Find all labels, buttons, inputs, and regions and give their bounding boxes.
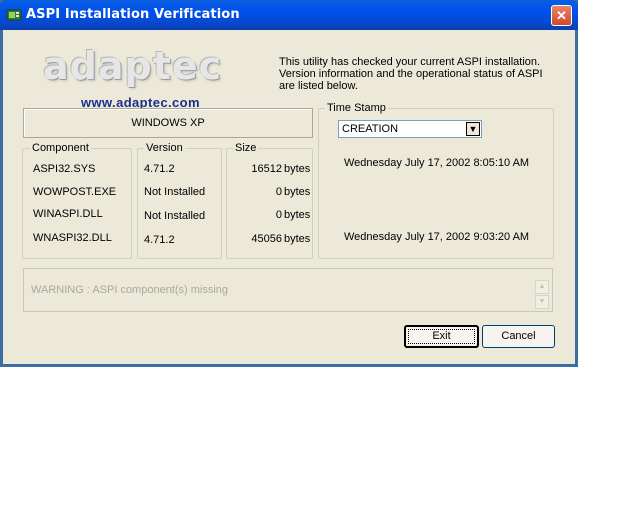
scroll-up-icon[interactable]: ▲	[535, 280, 549, 294]
version-group: Version 4.71.2 Not Installed Not Install…	[137, 141, 222, 259]
timestamp-value: Wednesday July 17, 2002 9:03:20 AM	[344, 231, 530, 243]
timestamp-type-select[interactable]: CREATION ▼	[338, 120, 482, 138]
size-value: 16512	[251, 163, 282, 175]
chevron-down-icon[interactable]: ▼	[466, 122, 480, 136]
app-icon	[6, 9, 22, 21]
app-window: ASPI Installation Verification ✕ adaptec…	[0, 0, 578, 367]
os-name-box: WINDOWS XP	[23, 108, 313, 138]
os-name: WINDOWS XP	[131, 117, 205, 129]
adaptec-logo: adaptec www.adaptec.com	[43, 44, 249, 114]
size-group-label: Size	[233, 141, 259, 155]
component-name: ASPI32.SYS	[33, 163, 96, 175]
exit-button[interactable]: Exit	[404, 325, 479, 348]
component-name: WNASPI32.DLL	[33, 232, 112, 244]
close-icon[interactable]: ✕	[551, 5, 572, 26]
size-unit: bytes	[284, 163, 311, 175]
size-unit: bytes	[284, 186, 311, 198]
timestamp-type-value: CREATION	[342, 123, 399, 135]
size-group: Size 16512 bytes 0 bytes 0 bytes 45056 b…	[226, 141, 313, 259]
component-group-label: Component	[30, 141, 91, 155]
logo-wordmark: adaptec	[43, 44, 223, 88]
scroll-down-icon[interactable]: ▼	[535, 295, 549, 309]
version-value: Not Installed	[144, 210, 206, 222]
version-value: Not Installed	[144, 186, 206, 198]
focus-rect	[408, 329, 475, 344]
size-value: 0	[275, 209, 282, 221]
timestamp-value: Wednesday July 17, 2002 8:05:10 AM	[344, 157, 530, 169]
intro-text: This utility has checked your current AS…	[279, 56, 543, 92]
warning-text: WARNING : ASPI component(s) missing	[31, 284, 229, 296]
timestamp-group-label: Time Stamp	[325, 101, 388, 115]
component-name: WOWPOST.EXE	[33, 186, 117, 198]
size-unit: bytes	[284, 233, 311, 245]
warning-scrollbar[interactable]: ▲ ▼	[535, 280, 549, 309]
window-title: ASPI Installation Verification	[26, 7, 240, 22]
size-value: 45056	[251, 233, 282, 245]
component-group: Component ASPI32.SYS WOWPOST.EXE WINASPI…	[22, 141, 132, 259]
size-value: 0	[275, 186, 282, 198]
cancel-button-label: Cancel	[501, 330, 536, 342]
version-group-label: Version	[144, 141, 185, 155]
title-bar[interactable]: ASPI Installation Verification ✕	[0, 0, 578, 30]
component-name: WINASPI.DLL	[33, 208, 103, 220]
warning-box: WARNING : ASPI component(s) missing ▲ ▼	[23, 268, 553, 312]
version-value: 4.71.2	[144, 234, 175, 246]
size-unit: bytes	[284, 209, 311, 221]
version-value: 4.71.2	[144, 163, 175, 175]
cancel-button[interactable]: Cancel	[482, 325, 555, 348]
dialog-body: adaptec www.adaptec.com This utility has…	[3, 30, 575, 364]
